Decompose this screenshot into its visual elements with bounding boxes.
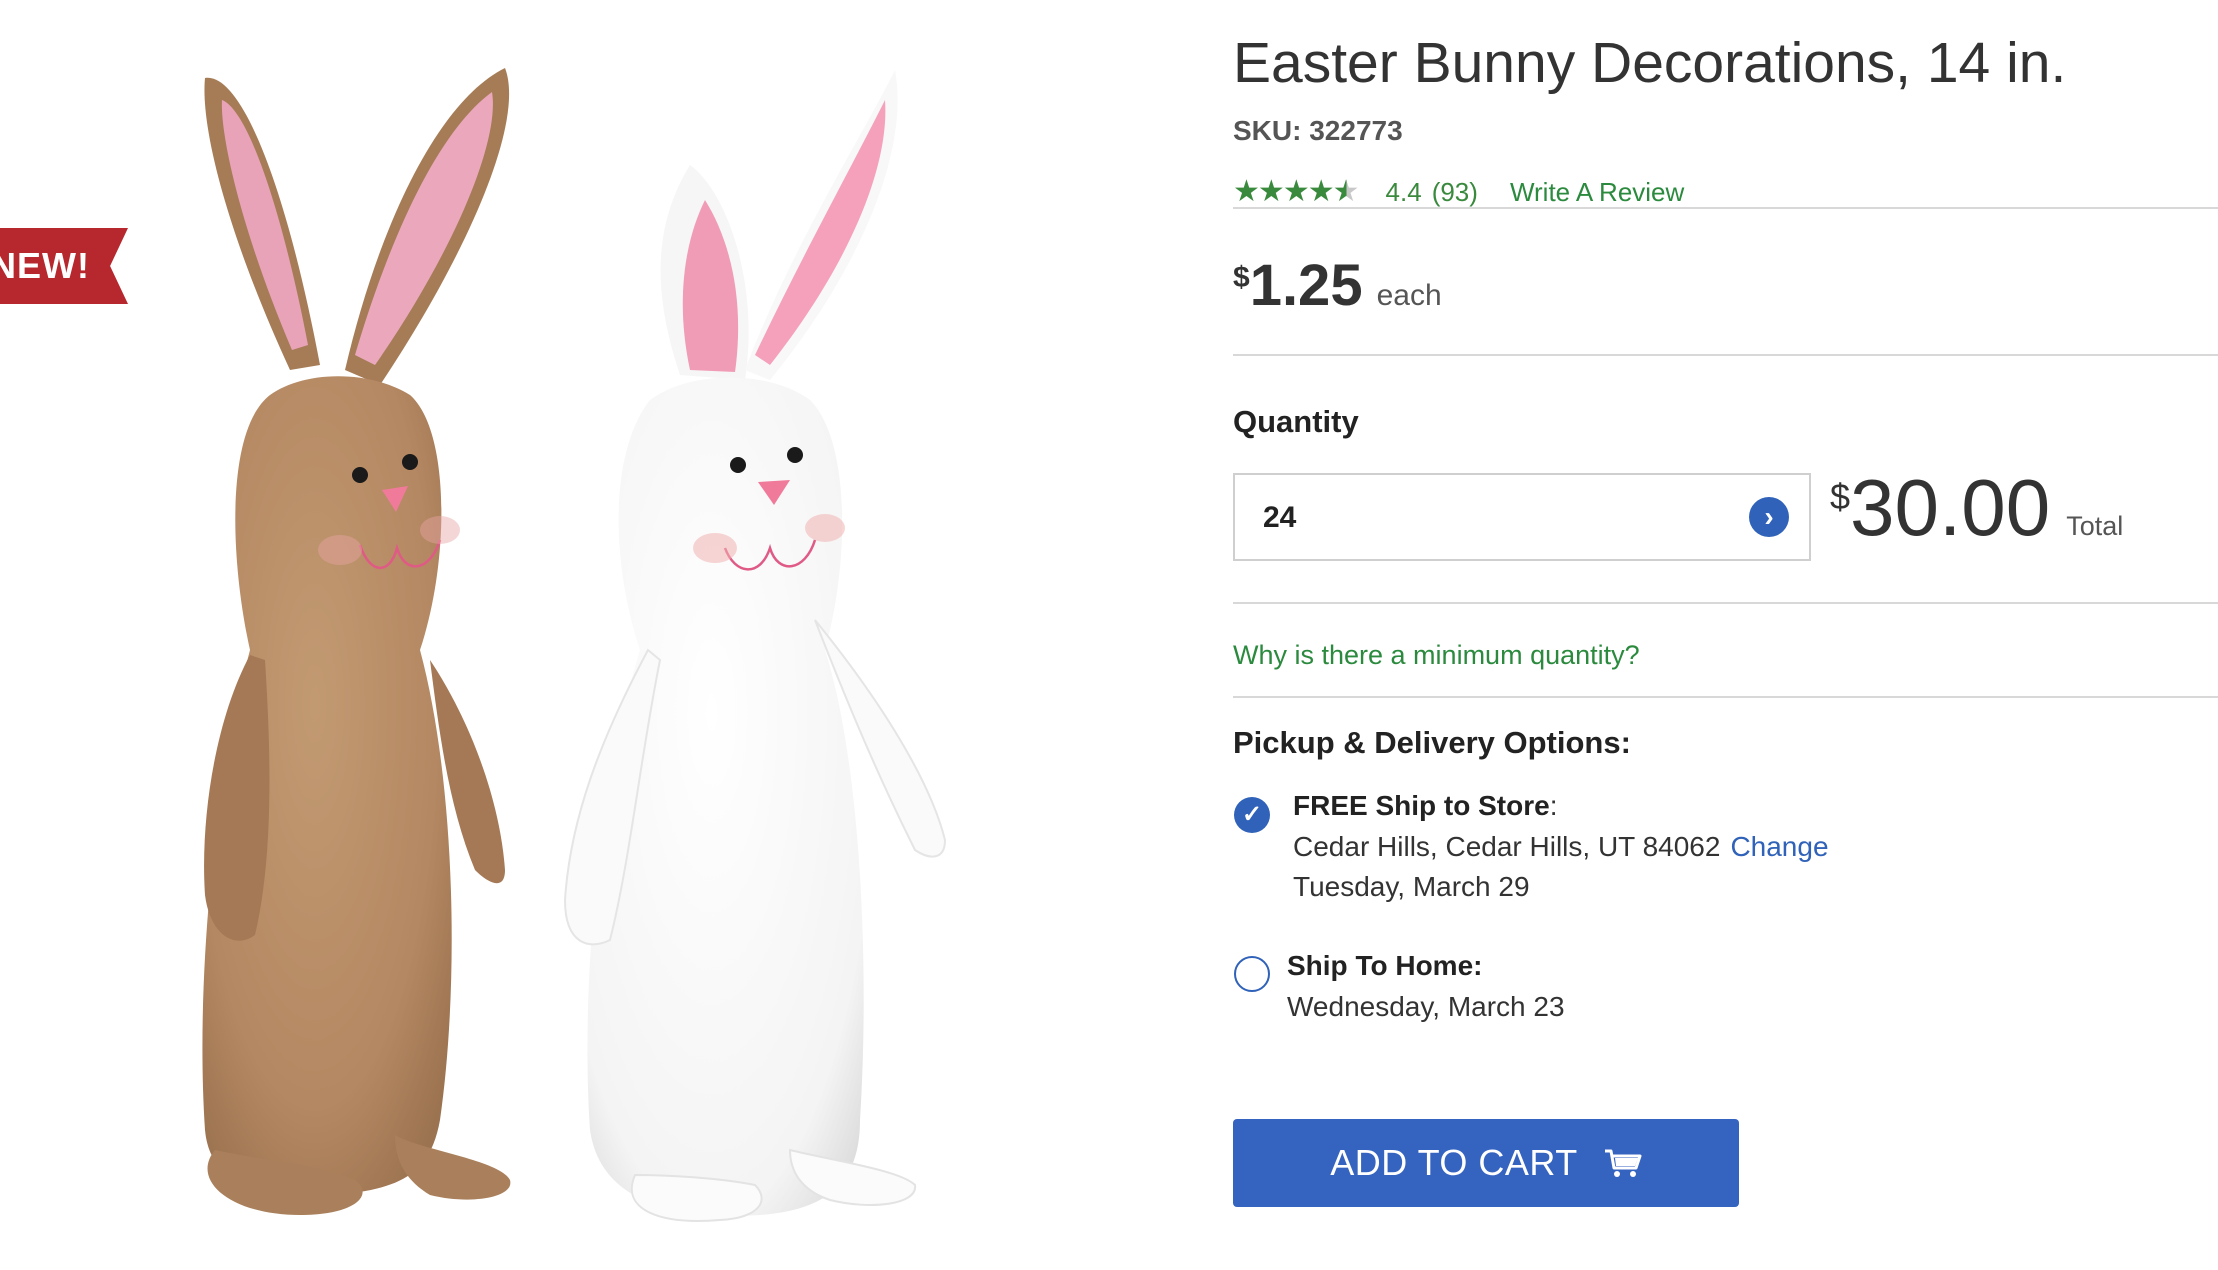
change-store-link[interactable]: Change — [1730, 831, 1828, 862]
ship-to-store-radio[interactable]: ✓ — [1234, 797, 1270, 833]
rating-stars[interactable]: ★ ★ ★ ★ ★ — [1233, 175, 1360, 208]
quantity-label: Quantity — [1233, 404, 1359, 439]
pickup-delivery-title: Pickup & Delivery Options: — [1233, 725, 1631, 760]
ship-to-home-radio[interactable] — [1234, 956, 1270, 992]
ship-to-home-label: Ship To Home: — [1287, 950, 1483, 981]
brown-bunny-illustration — [202, 68, 511, 1215]
star-icon: ★ — [1233, 175, 1260, 208]
divider — [1233, 354, 2218, 356]
new-badge: NEW! — [0, 228, 128, 304]
star-icon: ★ — [1282, 175, 1310, 208]
product-image — [0, 0, 1200, 1270]
divider — [1233, 602, 2218, 604]
add-to-cart-button[interactable]: ADD TO CART — [1233, 1119, 1739, 1207]
product-sku: SKU: 322773 — [1233, 115, 1403, 146]
price-amount: 1.25 — [1249, 253, 1363, 318]
home-delivery-date: Wednesday, March 23 — [1287, 991, 1565, 1022]
divider — [1233, 207, 2218, 209]
chevron-right-icon[interactable]: › — [1749, 497, 1789, 537]
total-price: $ 30.00 Total — [1830, 462, 2123, 554]
ship-to-store-label: FREE Ship to Store — [1293, 790, 1550, 821]
total-amount: 30.00 — [1850, 463, 2051, 552]
write-review-link[interactable]: Write A Review — [1510, 177, 1684, 208]
rating-count[interactable]: (93) — [1432, 177, 1478, 208]
rating-value[interactable]: 4.4 — [1386, 177, 1422, 208]
quantity-input[interactable] — [1235, 475, 1735, 561]
price-unit: each — [1376, 279, 1442, 312]
divider — [1233, 696, 2218, 698]
store-location-row: Cedar Hills, Cedar Hills, UT 84062 Change — [1293, 831, 1829, 863]
unit-price: $ 1.25 each — [1233, 252, 1442, 319]
white-bunny-illustration — [563, 70, 947, 1222]
star-half-icon: ★ — [1332, 175, 1360, 208]
rating-row: ★ ★ ★ ★ ★ 4.4 (93) Write A Review — [1233, 172, 1684, 212]
cart-icon — [1604, 1149, 1642, 1177]
minimum-quantity-link[interactable]: Why is there a minimum quantity? — [1233, 640, 1640, 671]
product-title: Easter Bunny Decorations, 14 in. — [1233, 31, 2067, 95]
price-currency: $ — [1233, 261, 1250, 294]
store-delivery-date: Tuesday, March 29 — [1293, 871, 1530, 902]
quantity-field-box: › — [1233, 473, 1811, 561]
star-icon: ★ — [1307, 175, 1335, 208]
add-to-cart-label: ADD TO CART — [1330, 1142, 1578, 1183]
store-location: Cedar Hills, Cedar Hills, UT 84062 — [1293, 831, 1721, 862]
label-colon: : — [1549, 790, 1558, 821]
star-icon: ★ — [1257, 175, 1285, 208]
ship-to-store-label-row: FREE Ship to Store: — [1293, 790, 1557, 822]
total-label: Total — [2066, 511, 2124, 541]
total-currency: $ — [1830, 476, 1851, 517]
